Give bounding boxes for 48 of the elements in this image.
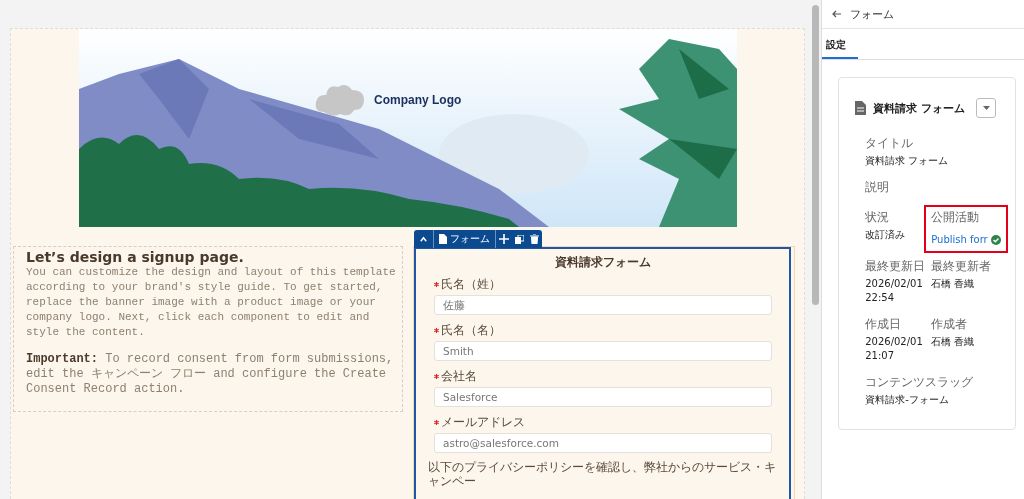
- field-label: 会社名: [441, 368, 477, 385]
- text-field[interactable]: 佐藤: [434, 295, 772, 315]
- field-value: 2026/02/01 21:07: [865, 335, 924, 363]
- copy-icon: [515, 234, 524, 244]
- field-value: 石橋 香織: [931, 335, 976, 349]
- field-label: 氏名（姓）: [441, 276, 501, 293]
- consent-text: 以下のプライバシーポリシーを確認し、弊社からのサービス・キャンペー: [428, 460, 777, 488]
- chevron-up-icon: [419, 234, 428, 244]
- move-icon: [499, 234, 509, 244]
- tab[interactable]: 設定: [822, 34, 859, 59]
- field-value: 改訂済み: [865, 228, 907, 242]
- field-label: 作成日: [865, 316, 903, 333]
- cloud-icon: [314, 82, 366, 118]
- field-label: 説明: [865, 179, 891, 196]
- text-field[interactable]: astro@salesforce.com: [434, 433, 772, 453]
- field-label: 氏名（名）: [441, 322, 501, 339]
- back-arrow-icon: [832, 9, 843, 19]
- card-title: 資料請求 フォーム: [873, 100, 966, 116]
- panel-title: フォーム: [850, 6, 895, 22]
- check-circle-icon: [990, 234, 1001, 245]
- document-icon: [855, 101, 867, 115]
- field-label: 公開活動: [931, 209, 981, 226]
- logo-text: Company Logo: [374, 93, 462, 107]
- field-value: 資料請求 フォーム: [865, 154, 950, 168]
- field-label: コンテンツスラッグ: [865, 374, 975, 391]
- text-field[interactable]: Salesforce: [434, 387, 772, 407]
- important-note: Important: To record consent from form submissions, edit the キャンペーン フロー and configure the Create Consent Record action.: [26, 352, 395, 397]
- scrollbar-thumb[interactable]: [812, 5, 820, 305]
- field-label: 状況: [865, 209, 891, 226]
- caret-down-icon: [982, 106, 990, 110]
- menu-dropdown-button[interactable]: [976, 98, 997, 118]
- field-value: 2026/02/01 22:54: [865, 277, 924, 305]
- back-button[interactable]: [832, 9, 843, 19]
- field-label: タイトル: [865, 135, 915, 152]
- document-icon: [439, 234, 447, 244]
- field-label: 最終更新日: [865, 258, 927, 275]
- text-field[interactable]: Smith: [434, 341, 772, 361]
- form-component-button[interactable]: フォーム: [434, 230, 496, 248]
- publish-link[interactable]: Publish forr: [931, 234, 1001, 245]
- field-value: 石橋 香織: [931, 277, 976, 291]
- field-label: 作成者: [931, 316, 969, 333]
- trash-icon: [530, 234, 539, 244]
- field-label: 最終更新者: [931, 258, 993, 275]
- intro-paragraph: You can customize the design and layout of this template according to your brand's style guide. To get started, replace the banner image with a product image or your company logo. Next, click each component to edit and style the content.: [26, 265, 396, 340]
- field-value: 資料請求-フォーム: [865, 393, 950, 407]
- field-label: メールアドレス: [441, 414, 525, 431]
- form-title: 資料請求フォーム: [553, 255, 652, 270]
- intro-heading: Let’s design a signup page.: [26, 249, 245, 265]
